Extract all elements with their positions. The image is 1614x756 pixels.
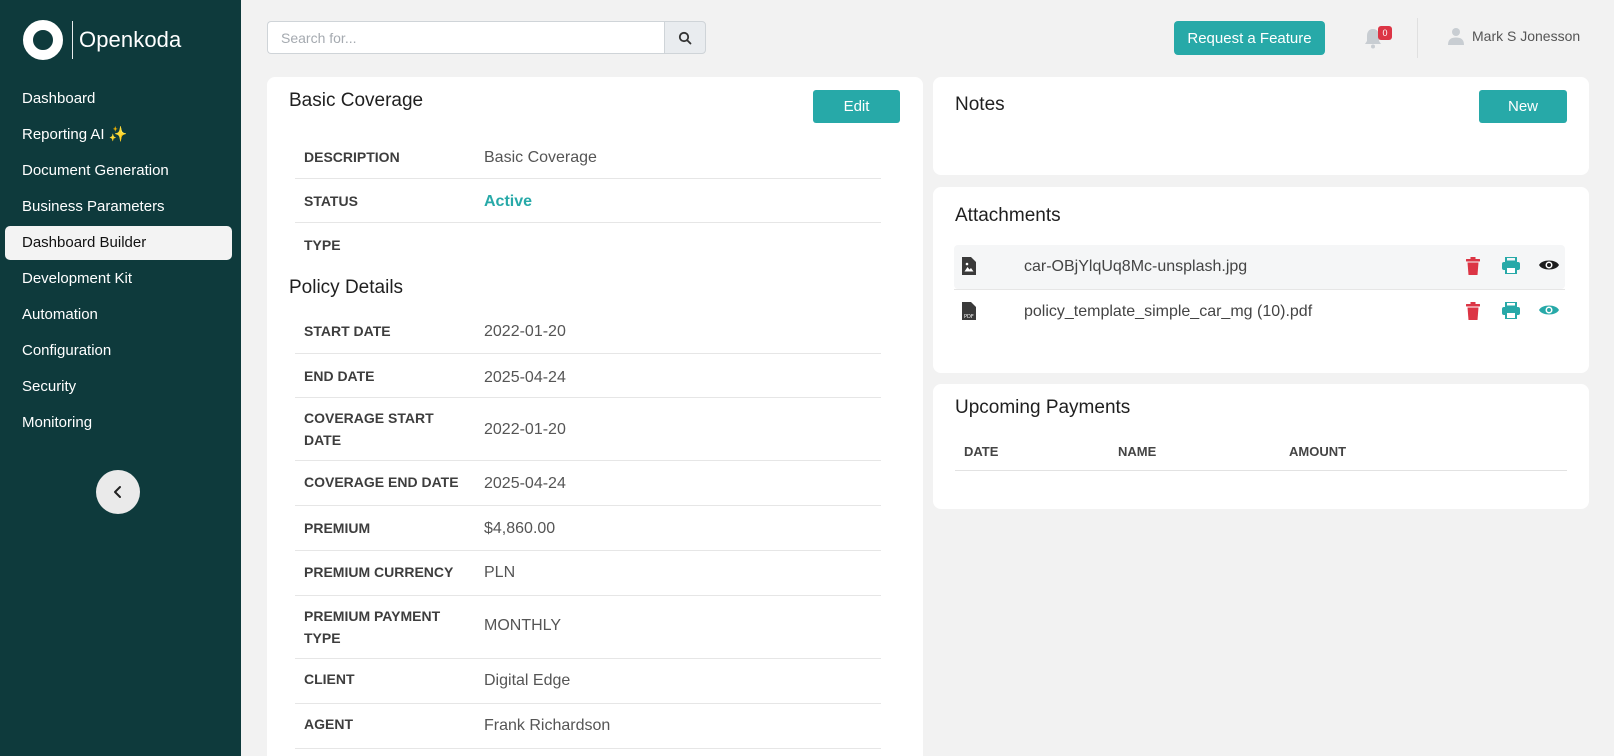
field-label-premium: PREMIUM <box>304 520 371 536</box>
sidebar-item-business-parameters[interactable]: Business Parameters <box>5 190 232 224</box>
user-icon <box>1448 28 1464 45</box>
field-value-agent: Frank Richardson <box>484 717 611 734</box>
column-header-amount: AMOUNT <box>1289 444 1347 459</box>
field-value-start-date: 2022-01-20 <box>484 323 566 340</box>
field-row: PREMIUM PAYMENT TYPE MONTHLY <box>295 596 881 659</box>
field-row: STATUS Active <box>295 179 881 223</box>
payments-title: Upcoming Payments <box>955 397 1131 418</box>
search-bar <box>267 21 706 54</box>
logo-divider <box>72 21 73 59</box>
trash-icon[interactable] <box>1465 257 1481 275</box>
field-value-end-date: 2025-04-24 <box>484 369 566 386</box>
field-row: END DATE 2025-04-24 <box>295 354 881 398</box>
pdf-file-icon: PDF <box>962 302 976 320</box>
field-row: COVERAGE END DATE 2025-04-24 <box>295 461 881 506</box>
eye-icon[interactable] <box>1539 302 1559 318</box>
notification-badge: 0 <box>1378 26 1392 40</box>
user-menu[interactable]: Mark S Jonesson <box>1448 27 1580 45</box>
attachment-name[interactable]: car-OBjYlqUq8Mc-unsplash.jpg <box>1024 258 1247 276</box>
field-value-coverage-end-date: 2025-04-24 <box>484 475 566 492</box>
sidebar-item-monitoring[interactable]: Monitoring <box>5 406 232 440</box>
logo-ring-icon <box>23 20 63 60</box>
sidebar-item-configuration[interactable]: Configuration <box>5 334 232 368</box>
notes-title: Notes <box>955 94 1005 115</box>
new-note-button[interactable]: New <box>1479 90 1567 123</box>
user-name: Mark S Jonesson <box>1472 28 1581 44</box>
field-row: TYPE <box>295 223 881 267</box>
field-label-coverage-end-date: COVERAGE END DATE <box>304 474 459 490</box>
column-header-date: DATE <box>964 444 999 459</box>
topbar-divider <box>1417 18 1418 58</box>
sidebar-item-reporting-ai[interactable]: Reporting AI ✨ <box>5 118 232 152</box>
attachment-row[interactable]: car-OBjYlqUq8Mc-unsplash.jpg <box>954 245 1565 289</box>
attachment-row[interactable]: PDF policy_template_simple_car_mg (10).p… <box>954 290 1565 334</box>
attachment-name[interactable]: policy_template_simple_car_mg (10).pdf <box>1024 303 1312 321</box>
field-row: CLIENT Digital Edge <box>295 659 881 704</box>
field-row: AGENT Frank Richardson <box>295 704 881 749</box>
table-header-divider <box>955 470 1567 471</box>
print-icon[interactable] <box>1502 257 1520 274</box>
search-button[interactable] <box>664 21 706 54</box>
field-label-premium-currency: PREMIUM CURRENCY <box>304 564 454 580</box>
field-label-agent: AGENT <box>304 716 353 732</box>
attachments-card: Attachments car-OBjYlqUq8Mc-unsplash.jpg… <box>933 187 1589 373</box>
field-value-coverage-start-date: 2022-01-20 <box>484 421 566 438</box>
svg-text:PDF: PDF <box>964 314 974 320</box>
coverage-card: Basic Coverage Edit DESCRIPTION Basic Co… <box>267 77 923 756</box>
column-header-name: NAME <box>1118 444 1157 459</box>
field-row: PREMIUM $4,860.00 <box>295 506 881 551</box>
field-value-client: Digital Edge <box>484 672 571 689</box>
sidebar-collapse-button[interactable] <box>96 470 140 514</box>
attachments-title: Attachments <box>955 205 1061 226</box>
field-row: COVERAGE START DATE 2022-01-20 <box>295 398 881 461</box>
sidebar-item-automation[interactable]: Automation <box>5 298 232 332</box>
field-row: START DATE 2022-01-20 <box>295 309 881 354</box>
logo[interactable]: Openkoda <box>23 20 181 60</box>
field-value-premium-currency: PLN <box>484 564 516 581</box>
payments-card: Upcoming Payments DATE NAME AMOUNT <box>933 384 1589 509</box>
field-label-end-date: END DATE <box>304 368 375 384</box>
sidebar-item-dashboard-builder[interactable]: Dashboard Builder <box>5 226 232 260</box>
field-row: PREMIUM CURRENCY PLN <box>295 551 881 596</box>
sidebar-item-security[interactable]: Security <box>5 370 232 404</box>
trash-icon[interactable] <box>1465 302 1481 320</box>
field-label-description: DESCRIPTION <box>304 149 400 165</box>
field-value-premium: $4,860.00 <box>484 520 556 537</box>
field-value-description: Basic Coverage <box>484 149 597 166</box>
sidebar-item-document-generation[interactable]: Document Generation <box>5 154 232 188</box>
field-label-start-date: START DATE <box>304 323 391 339</box>
field-value-premium-payment-type: MONTHLY <box>484 617 562 634</box>
sidebar-item-development-kit[interactable]: Development Kit <box>5 262 232 296</box>
notes-card: Notes New <box>933 77 1589 175</box>
field-label-coverage-start-date: COVERAGE START DATE <box>304 410 434 448</box>
search-input[interactable] <box>267 21 664 54</box>
brand-name: Openkoda <box>79 27 182 52</box>
status-badge: Active <box>484 193 533 210</box>
eye-icon[interactable] <box>1539 257 1559 273</box>
print-icon[interactable] <box>1502 302 1520 319</box>
field-label-premium-payment-type: PREMIUM PAYMENT TYPE <box>304 608 441 646</box>
policy-details-title: Policy Details <box>289 277 404 298</box>
sidebar: Openkoda Dashboard Reporting AI ✨ Docume… <box>0 0 241 756</box>
request-feature-button[interactable]: Request a Feature <box>1174 21 1325 55</box>
edit-button[interactable]: Edit <box>813 90 900 123</box>
chevron-left-icon <box>114 486 121 498</box>
field-label-type: TYPE <box>304 237 341 253</box>
field-row: DESCRIPTION Basic Coverage <box>295 135 881 179</box>
search-icon <box>678 31 692 44</box>
field-label-status: STATUS <box>304 193 358 209</box>
coverage-title: Basic Coverage <box>289 90 424 111</box>
image-file-icon <box>962 257 976 275</box>
sidebar-item-dashboard[interactable]: Dashboard <box>5 82 232 116</box>
field-label-client: CLIENT <box>304 671 355 687</box>
